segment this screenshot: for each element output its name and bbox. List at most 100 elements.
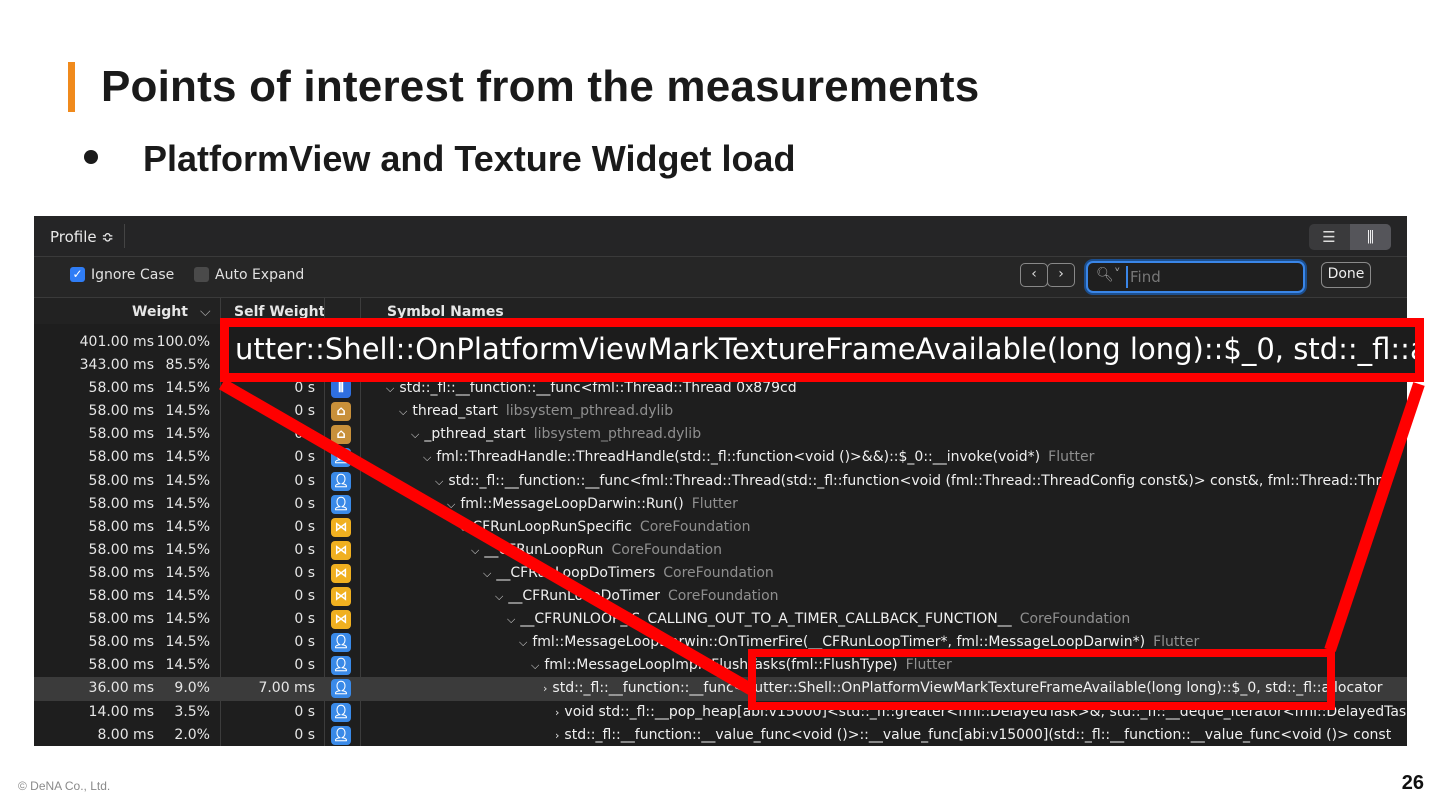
system-icon: ⦀ (331, 379, 351, 399)
disclosure-collapsed-icon[interactable]: › (555, 729, 559, 742)
weight-column-header[interactable]: Weight (132, 304, 188, 320)
weight-percent: 14.5% (165, 495, 210, 512)
find-next-button[interactable]: › (1047, 263, 1075, 287)
bullet-text: PlatformView and Texture Widget load (143, 138, 796, 179)
symbol-text: std::_fl::__function::__func<fml::Thread… (399, 380, 797, 397)
table-row[interactable]: 58.00 ms 14.5% 0 s 👤︎ ⌵ fml::ThreadHandle::Th… (34, 446, 1407, 469)
table-row[interactable]: 58.00 ms 14.5% 0 s ⋈ ⌵ __CFRUNLOOP_IS_CALLING… (34, 608, 1407, 631)
disclosure-expanded-icon[interactable]: ⌵ (423, 451, 431, 464)
library-name: CoreFoundation (611, 541, 722, 558)
column-view-icon[interactable]: ⫼ (1350, 224, 1391, 250)
disclosure-expanded-icon[interactable]: ⌵ (531, 659, 539, 672)
weight-percent: 14.5% (165, 634, 210, 651)
sort-chevron-icon[interactable]: ⌵ (200, 304, 211, 320)
disclosure-expanded-icon[interactable]: ⌵ (411, 428, 419, 441)
disclosure-expanded-icon[interactable]: ⌵ (447, 498, 455, 511)
bullet-dot (84, 150, 98, 164)
symbol-text: std::_fl::__function::__func<fml::Thread… (448, 472, 1382, 489)
disclosure-expanded-icon[interactable]: ⌵ (507, 613, 515, 626)
weight-ms: 58.00 ms (88, 518, 154, 535)
search-options-bar: ✓ Ignore Case Auto Expand ‹ › 🔍︎˅ Done (34, 257, 1407, 298)
find-previous-button[interactable]: ‹ (1020, 263, 1048, 287)
self-weight: 0 s (294, 426, 315, 443)
symbol-name[interactable]: ⌵ __CFRunLoopDoTimer CoreFoundation (495, 588, 779, 604)
table-row[interactable]: 58.00 ms 14.5% 0 s 👤︎ ⌵ fml::MessageLoopDarwi… (34, 493, 1407, 516)
symbol-name[interactable]: ⌵ std::_fl::__function::__func<fml::Threa… (435, 473, 1381, 489)
weight-percent: 14.5% (165, 449, 210, 466)
weight-ms: 58.00 ms (88, 426, 154, 443)
table-row[interactable]: 58.00 ms 14.5% 0 s ⌂ ⌵ thread_start libsystem_… (34, 400, 1407, 423)
library-name: Flutter (1048, 449, 1095, 466)
disclosure-collapsed-icon[interactable]: › (543, 682, 547, 695)
disclosure-expanded-icon[interactable]: ⌵ (483, 567, 491, 580)
library-icon: ⌂ (331, 402, 351, 422)
user-code-icon: 👤︎ (331, 494, 351, 514)
ignore-case-label: Ignore Case (91, 267, 175, 283)
weight-ms: 343.00 ms (79, 357, 154, 374)
symbol-name[interactable]: ⌵ std::_fl::__function::__func<fml::Threa… (386, 380, 797, 396)
library-name: CoreFoundation (639, 518, 751, 535)
disclosure-expanded-icon[interactable]: ⌵ (386, 382, 394, 395)
disclosure-expanded-icon[interactable]: ⌵ (495, 590, 503, 603)
weight-percent: 14.5% (165, 426, 210, 443)
table-row[interactable]: 58.00 ms 14.5% 0 s ⌂ ⌵ _pthread_start libsyste… (34, 423, 1407, 446)
disclosure-expanded-icon[interactable]: ⌵ (399, 405, 407, 418)
library-name: libsystem_pthread.dylib (533, 426, 702, 443)
weight-percent: 14.5% (165, 380, 210, 397)
library-name: Flutter (1153, 634, 1200, 651)
table-row[interactable]: 58.00 ms 14.5% 0 s ⋈ ⌵ CFRunLoopRunSpecific Co… (34, 516, 1407, 539)
disclosure-expanded-icon[interactable]: ⌵ (471, 544, 479, 557)
self-weight: 0 s (294, 726, 315, 743)
symbol-text: fml::MessageLoopDarwin::Run() (460, 495, 684, 512)
symbol-name[interactable]: ⌵ __CFRunLoopDoTimers CoreFoundation (483, 565, 774, 581)
auto-expand-checkbox[interactable] (194, 267, 209, 282)
done-button[interactable]: Done (1321, 262, 1371, 288)
symbol-text: __CFRUNLOOP_IS_CALLING_OUT_TO_A_TIMER_CA… (520, 611, 1012, 628)
library-icon: ⌂ (331, 425, 351, 445)
symbol-name[interactable]: ⌵ CFRunLoopRunSpecific CoreFoundation (459, 519, 750, 535)
weight-ms: 8.00 ms (97, 726, 154, 743)
symbol-name[interactable]: ⌵ _pthread_start libsystem_pthread.dylib (411, 426, 701, 442)
symbol-name[interactable]: ⌵ __CFRunLoopRun CoreFoundation (471, 542, 722, 558)
library-name: Flutter (691, 495, 738, 512)
self-weight: 0 s (294, 703, 315, 720)
table-row[interactable]: 58.00 ms 14.5% 0 s 👤︎ ⌵ std::_fl::__function:… (34, 470, 1407, 493)
list-view-icon[interactable]: ☰ (1309, 224, 1349, 250)
zoomed-symbol-text: utter::Shell::OnPlatformViewMarkTextureF… (235, 332, 1424, 366)
weight-percent: 3.5% (174, 703, 210, 720)
self-weight: 7.00 ms (258, 680, 315, 697)
symbol-name[interactable]: ⌵ fml::MessageLoopDarwin::Run() Flutter (447, 496, 738, 512)
self-weight: 0 s (294, 541, 315, 558)
user-code-icon: 👤︎ (331, 702, 351, 722)
disclosure-expanded-icon[interactable]: ⌵ (435, 475, 443, 488)
view-mode-segmented-control[interactable]: ☰ ⫼ (1309, 224, 1391, 250)
symbol-text: _pthread_start (424, 426, 526, 443)
weight-percent: 9.0% (174, 680, 210, 697)
weight-percent: 14.5% (165, 588, 210, 605)
user-code-icon: 👤︎ (331, 633, 351, 653)
table-row[interactable]: 58.00 ms 14.5% 0 s ⋈ ⌵ __CFRunLoopDoTimers Cor… (34, 562, 1407, 585)
disclosure-expanded-icon[interactable]: ⌵ (459, 521, 467, 534)
weight-percent: 14.5% (165, 657, 210, 674)
symbol-name[interactable]: ⌵ thread_start libsystem_pthread.dylib (399, 403, 673, 419)
table-row[interactable]: 8.00 ms 2.0% 0 s 👤︎ › std::_fl::__function::_… (34, 724, 1407, 746)
symbol-name[interactable]: › std::_fl::__function::__value_func<void… (555, 727, 1391, 743)
find-field[interactable]: 🔍︎˅ (1086, 261, 1305, 293)
profile-popup-button[interactable]: Profile ≎ (50, 228, 114, 246)
weight-ms: 58.00 ms (88, 657, 154, 674)
highlight-box (748, 649, 1335, 710)
weight-ms: 58.00 ms (88, 472, 154, 489)
copyright: © DeNA Co., Ltd. (18, 779, 111, 793)
disclosure-expanded-icon[interactable]: ⌵ (519, 636, 527, 649)
table-row[interactable]: 58.00 ms 14.5% 0 s ⋈ ⌵ __CFRunLoopRun CoreFoun… (34, 539, 1407, 562)
symbol-name[interactable]: ⌵ __CFRUNLOOP_IS_CALLING_OUT_TO_A_TIMER_C… (507, 611, 1130, 627)
symbol-name[interactable]: ⌵ fml::MessageLoopDarwin::OnTimerFire(__C… (519, 634, 1199, 650)
ignore-case-checkbox[interactable]: ✓ (70, 267, 85, 282)
user-code-icon: 👤︎ (331, 679, 351, 699)
symbol-text: fml::ThreadHandle::ThreadHandle(std::_fl… (436, 449, 1041, 466)
table-row[interactable]: 58.00 ms 14.5% 0 s ⋈ ⌵ __CFRunLoopDoTimer Core… (34, 585, 1407, 608)
disclosure-collapsed-icon[interactable]: › (555, 706, 559, 719)
find-input[interactable] (1126, 266, 1292, 288)
weight-ms: 36.00 ms (88, 680, 154, 697)
symbol-name[interactable]: ⌵ fml::ThreadHandle::ThreadHandle(std::_f… (423, 449, 1094, 465)
